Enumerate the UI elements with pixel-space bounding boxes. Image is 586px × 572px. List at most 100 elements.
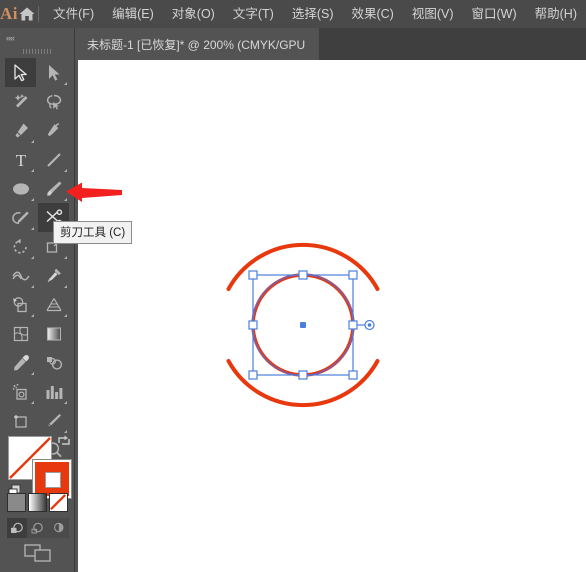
flyout-indicator bbox=[64, 285, 67, 288]
slice-knife-icon bbox=[48, 413, 61, 426]
selection-tool[interactable] bbox=[5, 58, 36, 87]
menu-effect[interactable]: 效果(C) bbox=[342, 0, 402, 28]
flyout-indicator bbox=[31, 256, 34, 259]
perspective-grid-tool[interactable] bbox=[38, 290, 69, 319]
column-graph-tool[interactable] bbox=[38, 377, 69, 406]
flyout-indicator bbox=[64, 314, 67, 317]
type-tool[interactable]: T bbox=[5, 145, 36, 174]
puppet-warp-tool[interactable] bbox=[38, 261, 69, 290]
bar-graph-icon bbox=[46, 385, 62, 399]
document-tab-strip: 未标题-1 [已恢复]* @ 200% (CMYK/GPU bbox=[75, 28, 586, 60]
outer-arc-top[interactable] bbox=[226, 242, 380, 291]
lasso-icon bbox=[46, 94, 61, 110]
eyedropper-tool[interactable] bbox=[5, 348, 36, 377]
rotate-icon bbox=[13, 238, 27, 254]
rotate-tool[interactable] bbox=[5, 232, 36, 261]
gradient-tool[interactable] bbox=[38, 319, 69, 348]
menu-help[interactable]: 帮助(H) bbox=[526, 0, 586, 28]
lasso-tool[interactable] bbox=[38, 87, 69, 116]
menu-edit[interactable]: 编辑(E) bbox=[103, 0, 163, 28]
menu-object[interactable]: 对象(O) bbox=[163, 0, 224, 28]
menu-view[interactable]: 视图(V) bbox=[403, 0, 463, 28]
shape-builder-icon bbox=[12, 296, 27, 312]
annotation-arrow-icon bbox=[66, 182, 122, 202]
flyout-indicator bbox=[31, 401, 34, 404]
mesh-tool[interactable] bbox=[5, 319, 36, 348]
artboard-icon bbox=[13, 414, 27, 428]
swap-fill-stroke-icon[interactable] bbox=[57, 434, 71, 448]
home-icon-glyph bbox=[19, 7, 35, 21]
blend-icon bbox=[46, 356, 62, 370]
draw-behind-icon bbox=[31, 522, 43, 534]
bbox-handle-ml[interactable] bbox=[248, 320, 258, 330]
canvas-area[interactable] bbox=[78, 60, 586, 572]
perspective-grid-icon bbox=[45, 297, 62, 311]
arrow-solid-icon bbox=[13, 63, 27, 81]
gradient-icon bbox=[46, 327, 61, 340]
color-mode-solid[interactable] bbox=[7, 493, 26, 512]
anchor-widget-dot bbox=[367, 323, 372, 327]
illustrator-window: Ai 文件(F) 编辑(E) 对象(O) 文字(T) 选择(S) 效果(C) 视… bbox=[0, 0, 586, 572]
magic-wand-tool[interactable] bbox=[5, 87, 36, 116]
tool-tooltip: 剪刀工具 (C) bbox=[53, 221, 133, 244]
outer-arc-bottom[interactable] bbox=[226, 359, 380, 408]
tool-grid: T bbox=[5, 58, 71, 464]
bbox-handle-mr[interactable] bbox=[348, 320, 358, 330]
width-warp-icon bbox=[11, 271, 30, 280]
blend-tool[interactable] bbox=[38, 348, 69, 377]
width-tool[interactable] bbox=[5, 261, 36, 290]
flyout-indicator bbox=[31, 169, 34, 172]
curvature-tool[interactable] bbox=[38, 116, 69, 145]
flyout-indicator bbox=[64, 256, 67, 259]
menu-window[interactable]: 窗口(W) bbox=[463, 0, 526, 28]
flyout-indicator bbox=[31, 227, 34, 230]
collapse-panel-button[interactable]: «« bbox=[6, 32, 22, 44]
change-screen-mode[interactable] bbox=[0, 540, 75, 566]
bbox-handle-tl[interactable] bbox=[248, 270, 258, 280]
app-logo: Ai bbox=[0, 4, 18, 23]
menu-type[interactable]: 文字(T) bbox=[224, 0, 283, 28]
draw-normal-icon bbox=[11, 522, 23, 533]
color-mode-gradient[interactable] bbox=[28, 493, 47, 512]
document-tab[interactable]: 未标题-1 [已恢复]* @ 200% (CMYK/GPU bbox=[75, 28, 320, 60]
symbol-sprayer-tool[interactable] bbox=[5, 377, 36, 406]
pen-icon bbox=[15, 123, 28, 137]
document-tab-label: 未标题-1 [已恢复]* @ 200% (CMYK/GPU bbox=[87, 37, 306, 52]
pen-tool[interactable] bbox=[5, 116, 36, 145]
pushpin-icon bbox=[47, 268, 61, 282]
slice-tool[interactable] bbox=[38, 406, 69, 435]
bbox-handle-tr[interactable] bbox=[348, 270, 358, 280]
artwork-svg bbox=[226, 242, 380, 408]
bbox-handle-br[interactable] bbox=[348, 370, 358, 380]
artboard-tool[interactable] bbox=[5, 406, 36, 435]
bbox-handle-tc[interactable] bbox=[298, 270, 308, 280]
none-slash-icon bbox=[50, 494, 67, 511]
flyout-indicator bbox=[64, 82, 67, 85]
symbol-sprayer-icon bbox=[12, 383, 27, 400]
type-t-icon: T bbox=[15, 151, 26, 169]
bbox-handle-bc[interactable] bbox=[298, 370, 308, 380]
line-icon bbox=[46, 152, 61, 167]
menu-select[interactable]: 选择(S) bbox=[283, 0, 343, 28]
color-mode-none[interactable] bbox=[49, 493, 68, 512]
shape-builder-tool[interactable] bbox=[5, 290, 36, 319]
draw-inside-mode[interactable] bbox=[49, 518, 69, 538]
center-anchor-point bbox=[300, 322, 306, 328]
flyout-indicator bbox=[31, 140, 34, 143]
ellipse-tool[interactable] bbox=[5, 174, 36, 203]
menu-bar: Ai 文件(F) 编辑(E) 对象(O) 文字(T) 选择(S) 效果(C) 视… bbox=[0, 0, 586, 28]
screen-mode-icon bbox=[23, 544, 51, 562]
bbox-handle-bl[interactable] bbox=[248, 370, 258, 380]
tools-panel: «« T bbox=[0, 28, 75, 572]
svg-text:T: T bbox=[15, 151, 26, 169]
draw-mode-buttons bbox=[7, 518, 69, 538]
direct-selection-tool[interactable] bbox=[38, 58, 69, 87]
home-icon[interactable] bbox=[18, 0, 36, 28]
panel-drag-handle[interactable] bbox=[0, 46, 75, 56]
line-segment-tool[interactable] bbox=[38, 145, 69, 174]
paintbrush-icon bbox=[46, 181, 61, 196]
draw-behind-mode[interactable] bbox=[28, 518, 48, 538]
shaper-tool[interactable] bbox=[5, 203, 36, 232]
draw-normal-mode[interactable] bbox=[7, 518, 27, 538]
menu-file[interactable]: 文件(F) bbox=[44, 0, 103, 28]
